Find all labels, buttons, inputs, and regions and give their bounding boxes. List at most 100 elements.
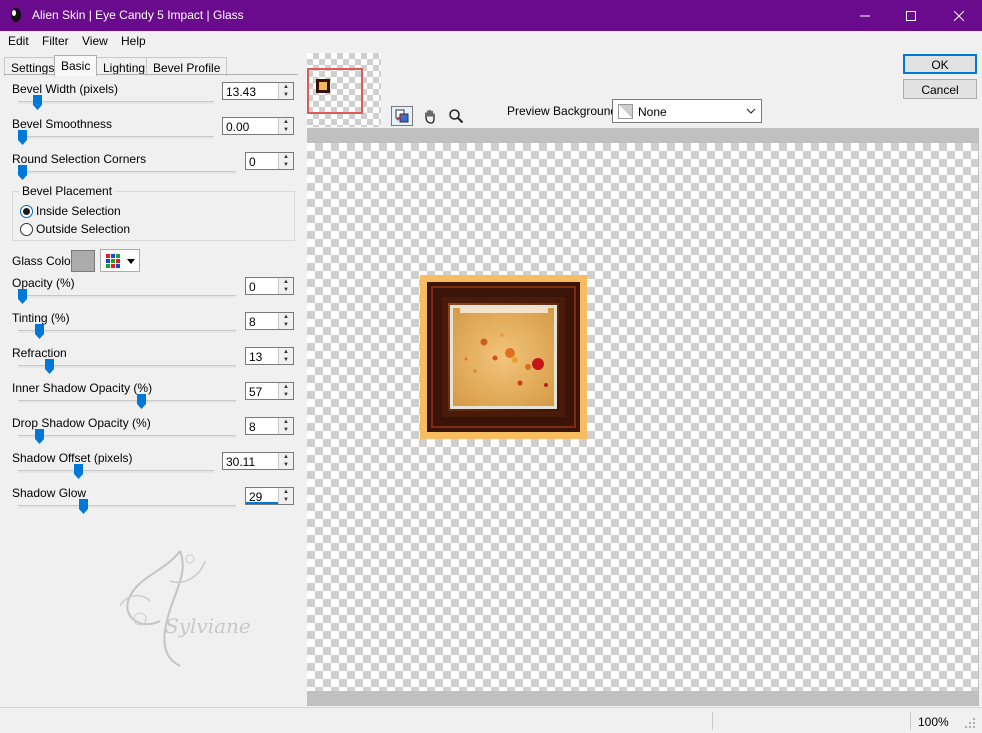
bevel-smoothness-slider-track[interactable] — [18, 136, 214, 139]
bevel-smoothness-slider-thumb[interactable] — [18, 130, 27, 145]
drop-shadow-value[interactable]: 8 — [246, 418, 278, 434]
shadow-offset-slider-thumb[interactable] — [74, 464, 84, 479]
glass-color-swatch[interactable] — [71, 250, 95, 272]
down-arrow-icon[interactable]: ▼ — [279, 391, 293, 399]
refraction-input[interactable]: 13 ▲ ▼ — [245, 347, 294, 365]
shadow-glow-slider-track[interactable] — [18, 505, 236, 508]
up-arrow-icon[interactable]: ▲ — [279, 118, 293, 126]
refraction-slider-thumb[interactable] — [45, 359, 55, 374]
opacity-value[interactable]: 0 — [246, 278, 278, 294]
menu-edit[interactable]: Edit — [8, 34, 29, 48]
inner-shadow-value[interactable]: 57 — [246, 383, 278, 399]
bevel-width-value[interactable]: 13.43 — [223, 83, 278, 99]
drop-shadow-input[interactable]: 8 ▲ ▼ — [245, 417, 294, 435]
up-arrow-icon[interactable]: ▲ — [279, 153, 293, 161]
hand-tool-button[interactable] — [419, 106, 441, 126]
ok-button[interactable]: OK — [903, 54, 977, 74]
shadow-glow-input[interactable]: 29 ▲ ▼ — [245, 487, 294, 505]
tinting-slider-thumb[interactable] — [34, 324, 44, 339]
inside-selection-label: Inside Selection — [36, 204, 121, 218]
down-arrow-icon[interactable]: ▼ — [279, 461, 293, 469]
bevel-width-slider-track[interactable] — [18, 101, 214, 104]
tinting-slider-track[interactable] — [18, 330, 236, 333]
inner-shadow-input[interactable]: 57 ▲ ▼ — [245, 382, 294, 400]
preview-background-select[interactable]: None — [612, 99, 762, 123]
inner-shadow-spinner[interactable]: ▲ ▼ — [278, 383, 293, 399]
up-arrow-icon[interactable]: ▲ — [279, 348, 293, 356]
up-arrow-icon[interactable]: ▲ — [279, 488, 293, 496]
shadow-glow-slider-thumb[interactable] — [78, 499, 88, 514]
round-corners-value[interactable]: 0 — [246, 153, 278, 169]
up-arrow-icon[interactable]: ▲ — [279, 383, 293, 391]
down-arrow-icon[interactable]: ▼ — [279, 161, 293, 169]
up-arrow-icon[interactable]: ▲ — [279, 453, 293, 461]
down-arrow-icon[interactable]: ▼ — [279, 321, 293, 329]
tinting-spinner[interactable]: ▲ ▼ — [278, 313, 293, 329]
down-arrow-icon[interactable]: ▼ — [279, 356, 293, 364]
bevel-width-label: Bevel Width (pixels) — [12, 82, 119, 96]
radio-unchecked-icon[interactable] — [20, 222, 33, 236]
minimize-button[interactable] — [842, 0, 888, 31]
bevel-smoothness-spinner[interactable]: ▲ ▼ — [278, 118, 293, 134]
round-corners-slider-track[interactable] — [18, 171, 236, 174]
close-button[interactable] — [936, 0, 982, 31]
drop-shadow-slider-track[interactable] — [18, 435, 236, 438]
menu-filter[interactable]: Filter — [42, 34, 69, 48]
shadow-offset-input[interactable]: 30.11 ▲ ▼ — [222, 452, 294, 470]
down-arrow-icon[interactable]: ▼ — [279, 496, 293, 504]
menu-help[interactable]: Help — [121, 34, 146, 48]
shadow-offset-value[interactable]: 30.11 — [223, 453, 278, 469]
tinting-input[interactable]: 8 ▲ ▼ — [245, 312, 294, 330]
cancel-button[interactable]: Cancel — [903, 79, 977, 99]
up-arrow-icon[interactable]: ▲ — [279, 83, 293, 91]
refraction-value[interactable]: 13 — [246, 348, 278, 364]
up-arrow-icon[interactable]: ▲ — [279, 418, 293, 426]
bevel-smoothness-value[interactable]: 0.00 — [223, 118, 278, 134]
down-arrow-icon[interactable]: ▼ — [279, 426, 293, 434]
up-arrow-icon[interactable]: ▲ — [279, 278, 293, 286]
bevel-width-spinner[interactable]: ▲ ▼ — [278, 83, 293, 99]
round-corners-slider-thumb[interactable] — [18, 165, 27, 180]
inside-selection-radio[interactable]: Inside Selection — [20, 204, 121, 218]
zoom-tool-button[interactable] — [445, 106, 467, 126]
shadow-glow-value[interactable]: 29 — [246, 488, 278, 504]
bevel-width-input[interactable]: 13.43 ▲ ▼ — [222, 82, 294, 100]
radio-checked-icon[interactable] — [20, 204, 33, 218]
navigator-viewport-box[interactable] — [307, 68, 363, 114]
shadow-glow-spinner[interactable]: ▲ ▼ — [278, 488, 293, 504]
refraction-spinner[interactable]: ▲ ▼ — [278, 348, 293, 364]
round-corners-spinner[interactable]: ▲ ▼ — [278, 153, 293, 169]
opacity-slider-thumb[interactable] — [18, 289, 27, 304]
bevel-smoothness-input[interactable]: 0.00 ▲ ▼ — [222, 117, 294, 135]
opacity-spinner[interactable]: ▲ ▼ — [278, 278, 293, 294]
drop-shadow-spinner[interactable]: ▲ ▼ — [278, 418, 293, 434]
opacity-slider-track[interactable] — [18, 295, 236, 298]
up-arrow-icon[interactable]: ▲ — [279, 313, 293, 321]
glass-frame-preview-image — [420, 275, 587, 439]
outside-selection-radio[interactable]: Outside Selection — [20, 222, 130, 236]
zoom-level: 100% — [918, 715, 949, 729]
opacity-input[interactable]: 0 ▲ ▼ — [245, 277, 294, 295]
round-corners-input[interactable]: 0 ▲ ▼ — [245, 152, 294, 170]
bevel-width-slider-thumb[interactable] — [32, 95, 42, 110]
minimize-icon — [860, 15, 870, 16]
resize-grip-icon[interactable] — [964, 717, 976, 729]
color-tool-button[interactable] — [391, 106, 413, 126]
tab-basic[interactable]: Basic — [54, 55, 98, 76]
glass-color-label: Glass Color — [12, 254, 75, 268]
maximize-button[interactable] — [888, 0, 934, 31]
preview-canvas[interactable] — [307, 143, 978, 691]
tinting-label: Tinting (%) — [12, 311, 70, 325]
color-picker-button[interactable] — [100, 249, 140, 272]
tinting-value[interactable]: 8 — [246, 313, 278, 329]
shadow-offset-spinner[interactable]: ▲ ▼ — [278, 453, 293, 469]
down-arrow-icon[interactable]: ▼ — [279, 286, 293, 294]
inner-shadow-slider-track[interactable] — [18, 400, 236, 403]
drop-shadow-slider-thumb[interactable] — [34, 429, 44, 444]
inner-shadow-slider-thumb[interactable] — [137, 394, 147, 409]
down-arrow-icon[interactable]: ▼ — [279, 91, 293, 99]
shadow-offset-slider-track[interactable] — [18, 470, 214, 473]
down-arrow-icon[interactable]: ▼ — [279, 126, 293, 134]
menu-view[interactable]: View — [82, 34, 108, 48]
title-bar: Alien Skin | Eye Candy 5 Impact | Glass — [0, 0, 982, 31]
